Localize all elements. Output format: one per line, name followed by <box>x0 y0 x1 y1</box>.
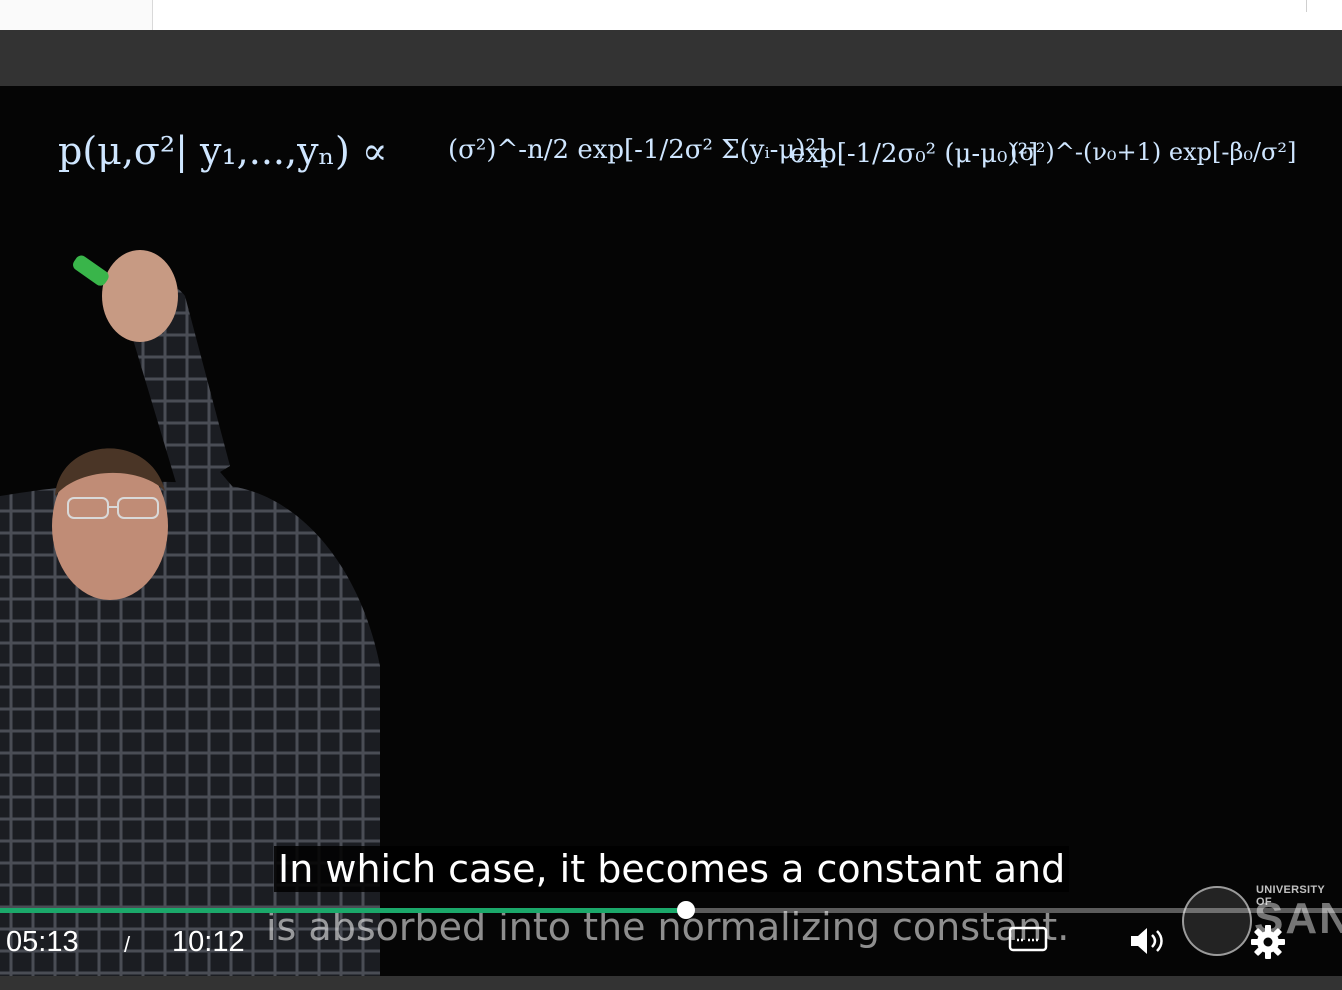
logo-main-text: SANTA <box>1254 894 1342 943</box>
university-seal-icon <box>1182 886 1252 956</box>
volume-icon[interactable] <box>1128 924 1168 958</box>
university-logo-watermark: UNIVERSITY OF SANTA <box>1182 882 1342 962</box>
closed-captions-icon[interactable] <box>1008 924 1048 954</box>
progress-bar[interactable] <box>0 901 1342 919</box>
equation-term3: (σ²)^-(ν₀+1) exp[-β₀/σ²] <box>1010 138 1296 166</box>
total-time: 10:12 <box>172 926 245 958</box>
progress-scrubber-handle[interactable] <box>677 901 695 919</box>
browser-top-strip <box>0 0 1342 30</box>
top-divider <box>1306 0 1307 12</box>
equation-lhs: p(μ,σ²| y₁,...,yₙ) ∝ <box>58 129 388 173</box>
current-time: 05:13 <box>6 926 79 958</box>
equation: p(μ,σ²| y₁,...,yₙ) ∝ (σ²)^-n/2 exp[-1/2σ… <box>58 129 1296 173</box>
caption-line-1: In which case, it becomes a constant and <box>274 846 1070 892</box>
equation-term2: exp[-1/2σ₀² (μ-μ₀)²] <box>790 139 1038 169</box>
page-bottom-band <box>0 976 1342 990</box>
time-separator: / <box>124 932 131 957</box>
equation-term1: (σ²)^-n/2 exp[-1/2σ² Σ(yᵢ-μ)²] <box>448 135 826 165</box>
browser-tab[interactable] <box>0 0 153 30</box>
page-header-band <box>0 30 1342 86</box>
video-player[interactable]: p(μ,σ²| y₁,...,yₙ) ∝ (σ²)^-n/2 exp[-1/2σ… <box>0 86 1342 976</box>
progress-played <box>0 908 686 913</box>
